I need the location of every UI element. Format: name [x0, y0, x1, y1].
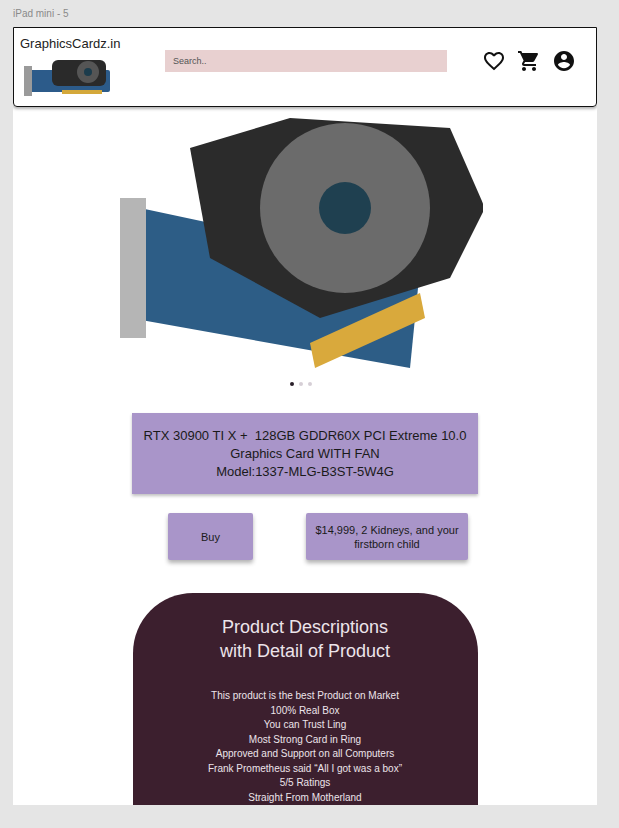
cart-icon[interactable] — [517, 49, 541, 73]
button-row: Buy $14,999, 2 Kidneys, and your firstbor… — [142, 513, 468, 560]
account-icon[interactable] — [552, 49, 576, 73]
description-line: Approved and Support on all Computers — [133, 747, 478, 762]
search-placeholder: Search.. — [173, 56, 207, 66]
buy-button[interactable]: Buy — [168, 513, 253, 560]
price-button[interactable]: $14,999, 2 Kidneys, and your firstborn c… — [306, 513, 468, 560]
description-card: Product Descriptions with Detail of Prod… — [133, 593, 478, 805]
description-list: This product is the best Product on Mark… — [133, 689, 478, 805]
logo-card-icon — [22, 54, 114, 98]
carousel-dots — [290, 382, 312, 386]
product-page: RTX 30900 TI X + 128GB GDDR60X PCI Extre… — [13, 107, 597, 805]
product-image[interactable] — [120, 118, 483, 373]
frame: GraphicsCardz.in Search.. RTX 30900 TI X +… — [13, 27, 597, 805]
description-line: Most Strong Card in Ring — [133, 733, 478, 748]
carousel-dot[interactable] — [290, 382, 294, 386]
header: GraphicsCardz.in Search.. — [13, 27, 597, 107]
product-model: Model:1337-MLG-B3ST-5W4G — [216, 463, 394, 481]
carousel-dot[interactable] — [308, 382, 312, 386]
header-icons — [482, 49, 576, 73]
brand[interactable]: GraphicsCardz.in — [20, 28, 165, 98]
product-title: RTX 30900 TI X + 128GB GDDR60X PCI Extre… — [138, 427, 472, 463]
page: iPad mini - 5 GraphicsCardz.in Search.. RTX… — [0, 0, 619, 828]
logo[interactable]: GraphicsCardz.in — [20, 36, 120, 51]
description-line: 5/5 Ratings — [133, 776, 478, 791]
description-title: Product Descriptions with Detail of Prod… — [133, 615, 478, 663]
heart-icon[interactable] — [482, 49, 506, 73]
description-line: 100% Real Box — [133, 704, 478, 719]
description-line: Frank Prometheus said “All I got was a b… — [133, 762, 478, 777]
description-line: Straight From Motherland — [133, 791, 478, 806]
search-field[interactable]: Search.. — [165, 50, 447, 72]
description-line: This product is the best Product on Mark… — [133, 689, 478, 704]
description-line: You can Trust Ling — [133, 718, 478, 733]
product-title-box: RTX 30900 TI X + 128GB GDDR60X PCI Extre… — [132, 413, 478, 494]
carousel-dot[interactable] — [299, 382, 303, 386]
frame-label: iPad mini - 5 — [13, 0, 619, 27]
